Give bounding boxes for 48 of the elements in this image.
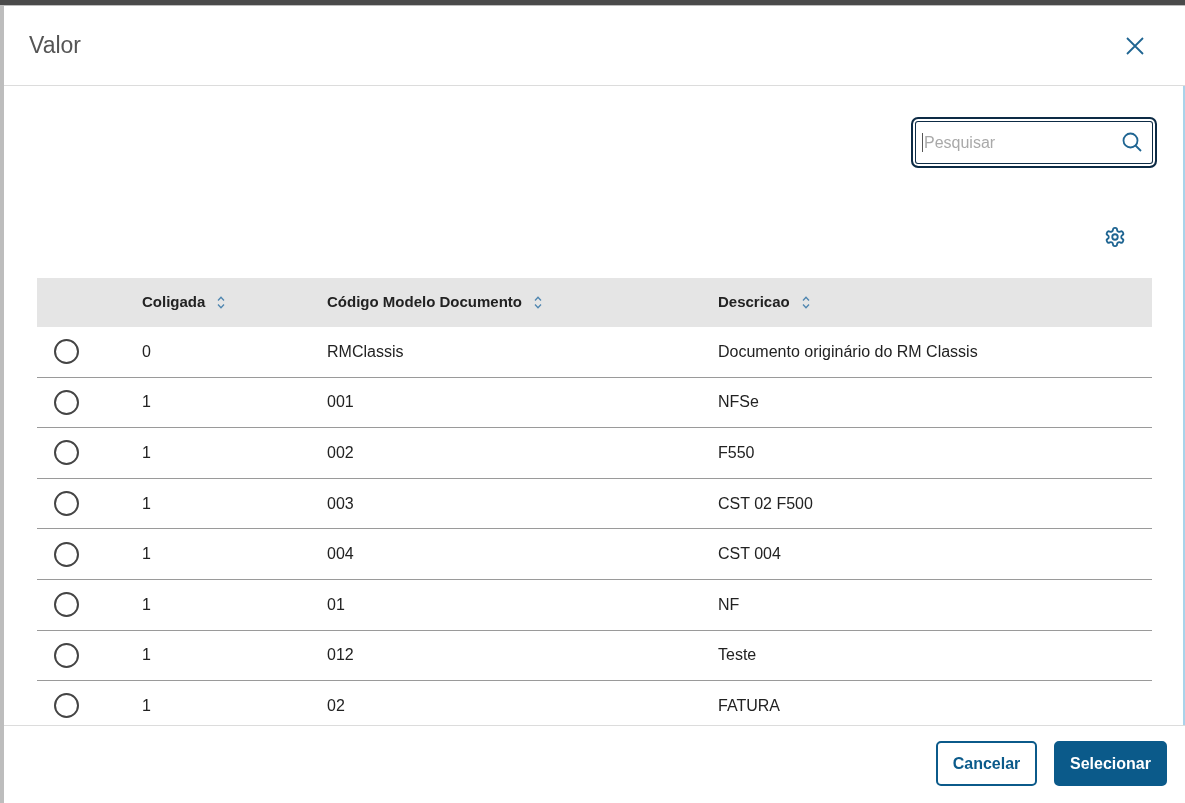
table-cell: 004 [327,545,354,563]
table-cell: 01 [327,595,345,613]
select-button[interactable]: Selecionar [1054,741,1167,786]
search-icon[interactable] [1122,132,1142,152]
table-cell: 1 [142,444,151,461]
text-cursor [922,133,923,152]
sort-icon[interactable] [801,296,810,309]
table-cell: F550 [718,444,755,461]
table-cell: CST 004 [718,545,781,563]
table-cell: 1 [142,545,151,563]
table-cell: 002 [327,444,354,461]
table-cell: 1 [142,595,151,613]
table-cell: Teste [718,646,757,664]
radio-button[interactable] [54,541,79,567]
column-header[interactable]: Coligada [142,291,206,314]
cancel-button[interactable]: Cancelar [936,741,1037,786]
radio-button[interactable] [54,693,79,719]
table-cell: 1 [142,494,151,512]
table-cell: RMClassis [327,342,404,360]
table-cell: NF [718,595,740,613]
radio-button[interactable] [54,389,79,415]
table-cell: 1 [142,646,151,664]
close-button[interactable] [1124,34,1146,57]
settings-button[interactable] [1104,226,1126,248]
column-header[interactable]: Código Modelo Documento [327,291,522,314]
table-cell: 001 [327,393,354,411]
radio-button[interactable] [54,642,79,668]
dialog-title: Valor [29,31,81,61]
table-cell: CST 02 F500 [718,494,813,512]
table-cell: NFSe [718,393,759,411]
radio-button[interactable] [54,491,79,517]
radio-button[interactable] [54,339,79,365]
radio-button[interactable] [54,592,79,618]
table-cell: Documento originário do RM Classis [718,342,978,360]
sort-icon[interactable] [534,296,542,309]
search-field[interactable]: Pesquisar [911,117,1157,168]
close-icon [1126,36,1144,55]
table-cell: 0 [142,342,151,360]
table-cell: FATURA [718,696,780,714]
table-cell: 003 [327,494,354,512]
table-cell: 02 [327,696,345,714]
table-cell: 012 [327,646,354,664]
table-cell: 1 [142,393,151,411]
column-header[interactable]: Descricao [718,291,790,314]
radio-button[interactable] [54,440,79,466]
table-cell: 1 [142,696,151,714]
settings-icon [1104,226,1126,248]
sort-icon[interactable] [217,296,226,309]
